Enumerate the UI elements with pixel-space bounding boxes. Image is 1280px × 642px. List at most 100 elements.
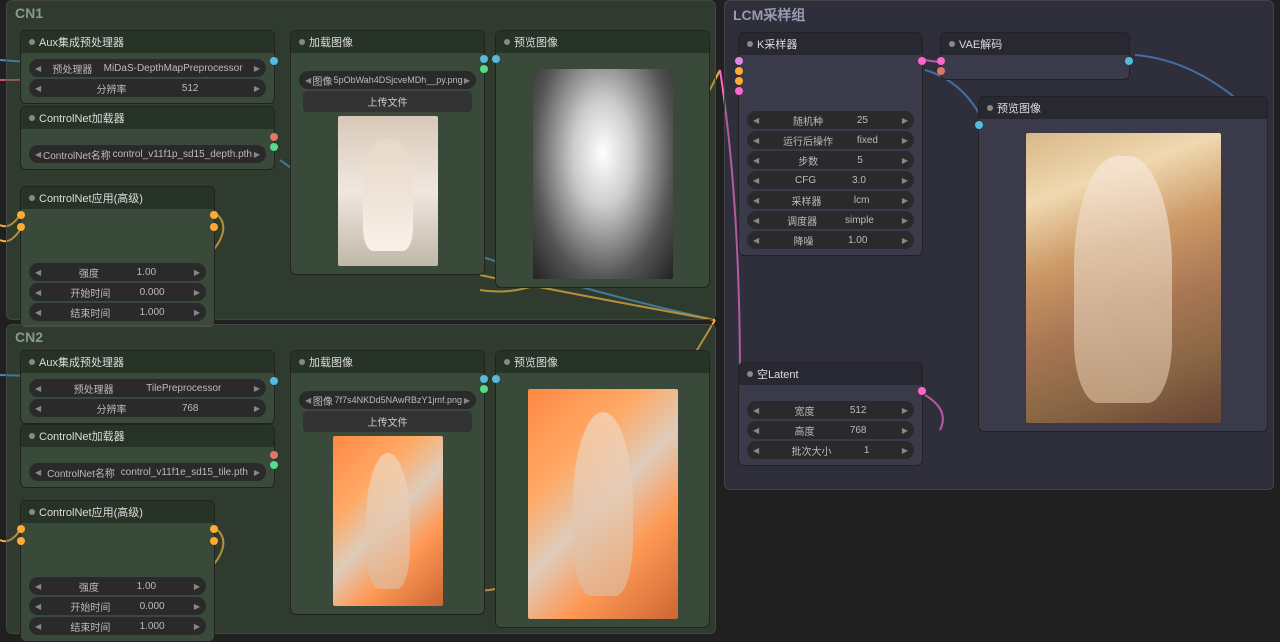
node-header[interactable]: ControlNet加载器 [21, 107, 274, 129]
widget-end[interactable]: ◀结束时间1.000▶ [29, 303, 206, 321]
widget-preprocessor[interactable]: ◀预处理器TilePreprocessor▶ [29, 379, 266, 397]
chevron-left-icon[interactable]: ◀ [305, 396, 311, 405]
node-aux-preprocessor-cn1[interactable]: Aux集成预处理器 ◀预处理器MiDaS-DepthMapPreprocesso… [20, 30, 275, 104]
input-port[interactable] [17, 223, 25, 231]
node-controlnet-apply-cn1[interactable]: ControlNet应用(高级) ◀强度1.00▶ ◀开始时间0.000▶ ◀结… [20, 186, 215, 328]
chevron-right-icon[interactable]: ▶ [902, 136, 908, 145]
output-port[interactable] [270, 451, 278, 459]
output-port[interactable] [210, 223, 218, 231]
chevron-left-icon[interactable]: ◀ [753, 116, 759, 125]
input-port[interactable] [735, 77, 743, 85]
input-port[interactable] [17, 211, 25, 219]
node-header[interactable]: Aux集成预处理器 [21, 31, 274, 53]
widget-control[interactable]: ◀运行后操作fixed▶ [747, 131, 914, 149]
chevron-right-icon[interactable]: ▶ [902, 446, 908, 455]
output-port[interactable] [210, 525, 218, 533]
output-port[interactable] [480, 65, 488, 73]
input-port[interactable] [735, 87, 743, 95]
upload-button[interactable]: 上传文件 [303, 411, 472, 432]
node-header[interactable]: 加载图像 [291, 31, 484, 53]
chevron-left-icon[interactable]: ◀ [305, 76, 311, 85]
chevron-right-icon[interactable]: ▶ [254, 150, 260, 159]
chevron-left-icon[interactable]: ◀ [35, 150, 41, 159]
chevron-right-icon[interactable]: ▶ [464, 76, 470, 85]
output-port[interactable] [918, 57, 926, 65]
widget-scheduler[interactable]: ◀调度器simple▶ [747, 211, 914, 229]
node-header[interactable]: 空Latent [739, 363, 922, 385]
upload-button[interactable]: 上传文件 [303, 91, 472, 112]
chevron-right-icon[interactable]: ▶ [254, 404, 260, 413]
node-header[interactable]: 预览图像 [496, 31, 709, 53]
widget-preprocessor[interactable]: ◀预处理器MiDaS-DepthMapPreprocessor▶ [29, 59, 266, 77]
widget-image-file[interactable]: ◀图像7f7s4NKDd5NAwRBzY1jmf.png▶ [299, 391, 476, 409]
chevron-left-icon[interactable]: ◀ [35, 268, 41, 277]
output-port[interactable] [270, 133, 278, 141]
chevron-left-icon[interactable]: ◀ [35, 288, 41, 297]
chevron-left-icon[interactable]: ◀ [35, 622, 41, 631]
input-port[interactable] [735, 67, 743, 75]
node-vae-decode[interactable]: VAE解码 [940, 32, 1130, 80]
node-ksampler[interactable]: K采样器 ◀随机种25▶ ◀运行后操作fixed▶ ◀步数5▶ ◀CFG3.0▶… [738, 32, 923, 256]
node-header[interactable]: VAE解码 [941, 33, 1129, 55]
chevron-left-icon[interactable]: ◀ [753, 406, 759, 415]
output-port[interactable] [270, 143, 278, 151]
output-port[interactable] [918, 387, 926, 395]
chevron-left-icon[interactable]: ◀ [35, 582, 41, 591]
input-port[interactable] [17, 537, 25, 545]
output-port[interactable] [210, 211, 218, 219]
chevron-right-icon[interactable]: ▶ [902, 426, 908, 435]
chevron-left-icon[interactable]: ◀ [35, 404, 41, 413]
node-controlnet-loader-cn1[interactable]: ControlNet加载器 ◀ControlNet名称control_v11f1… [20, 106, 275, 170]
node-aux-preprocessor-cn2[interactable]: Aux集成预处理器 ◀预处理器TilePreprocessor▶ ◀分辨率768… [20, 350, 275, 424]
chevron-left-icon[interactable]: ◀ [753, 426, 759, 435]
input-port[interactable] [937, 57, 945, 65]
chevron-right-icon[interactable]: ▶ [902, 196, 908, 205]
widget-start[interactable]: ◀开始时间0.000▶ [29, 597, 206, 615]
node-load-image-cn1[interactable]: 加载图像 ◀图像5pObWah4DSjcveMDh__py.png▶ 上传文件 [290, 30, 485, 275]
chevron-right-icon[interactable]: ▶ [194, 308, 200, 317]
node-load-image-cn2[interactable]: 加载图像 ◀图像7f7s4NKDd5NAwRBzY1jmf.png▶ 上传文件 [290, 350, 485, 615]
chevron-right-icon[interactable]: ▶ [194, 602, 200, 611]
chevron-left-icon[interactable]: ◀ [35, 84, 41, 93]
node-header[interactable]: ControlNet应用(高级) [21, 187, 214, 209]
chevron-left-icon[interactable]: ◀ [753, 156, 759, 165]
chevron-right-icon[interactable]: ▶ [902, 176, 908, 185]
widget-cfg[interactable]: ◀CFG3.0▶ [747, 171, 914, 189]
input-port[interactable] [937, 67, 945, 75]
chevron-left-icon[interactable]: ◀ [753, 196, 759, 205]
chevron-left-icon[interactable]: ◀ [35, 602, 41, 611]
widget-seed[interactable]: ◀随机种25▶ [747, 111, 914, 129]
node-header[interactable]: Aux集成预处理器 [21, 351, 274, 373]
chevron-right-icon[interactable]: ▶ [194, 268, 200, 277]
widget-sampler[interactable]: ◀采样器lcm▶ [747, 191, 914, 209]
node-header[interactable]: 预览图像 [979, 97, 1267, 119]
node-preview-image-final[interactable]: 预览图像 [978, 96, 1268, 432]
chevron-left-icon[interactable]: ◀ [753, 136, 759, 145]
node-header[interactable]: ControlNet应用(高级) [21, 501, 214, 523]
output-port[interactable] [270, 377, 278, 385]
chevron-left-icon[interactable]: ◀ [35, 64, 41, 73]
chevron-right-icon[interactable]: ▶ [902, 156, 908, 165]
widget-strength[interactable]: ◀强度1.00▶ [29, 577, 206, 595]
widget-steps[interactable]: ◀步数5▶ [747, 151, 914, 169]
output-port[interactable] [270, 57, 278, 65]
input-port[interactable] [975, 121, 983, 129]
chevron-right-icon[interactable]: ▶ [194, 622, 200, 631]
chevron-left-icon[interactable]: ◀ [753, 216, 759, 225]
chevron-right-icon[interactable]: ▶ [902, 406, 908, 415]
widget-resolution[interactable]: ◀分辨率512▶ [29, 79, 266, 97]
node-preview-image-cn1[interactable]: 预览图像 [495, 30, 710, 288]
node-controlnet-apply-cn2[interactable]: ControlNet应用(高级) ◀强度1.00▶ ◀开始时间0.000▶ ◀结… [20, 500, 215, 642]
output-port[interactable] [480, 55, 488, 63]
output-port[interactable] [480, 375, 488, 383]
chevron-right-icon[interactable]: ▶ [254, 384, 260, 393]
node-header[interactable]: 预览图像 [496, 351, 709, 373]
chevron-left-icon[interactable]: ◀ [35, 384, 41, 393]
node-header[interactable]: ControlNet加载器 [21, 425, 274, 447]
node-header[interactable]: K采样器 [739, 33, 922, 55]
widget-image-file[interactable]: ◀图像5pObWah4DSjcveMDh__py.png▶ [299, 71, 476, 89]
widget-controlnet-name[interactable]: ◀ControlNet名称control_v11f1p_sd15_depth.p… [29, 145, 266, 163]
chevron-left-icon[interactable]: ◀ [753, 236, 759, 245]
node-empty-latent[interactable]: 空Latent ◀宽度512▶ ◀高度768▶ ◀批次大小1▶ [738, 362, 923, 466]
input-port[interactable] [492, 375, 500, 383]
